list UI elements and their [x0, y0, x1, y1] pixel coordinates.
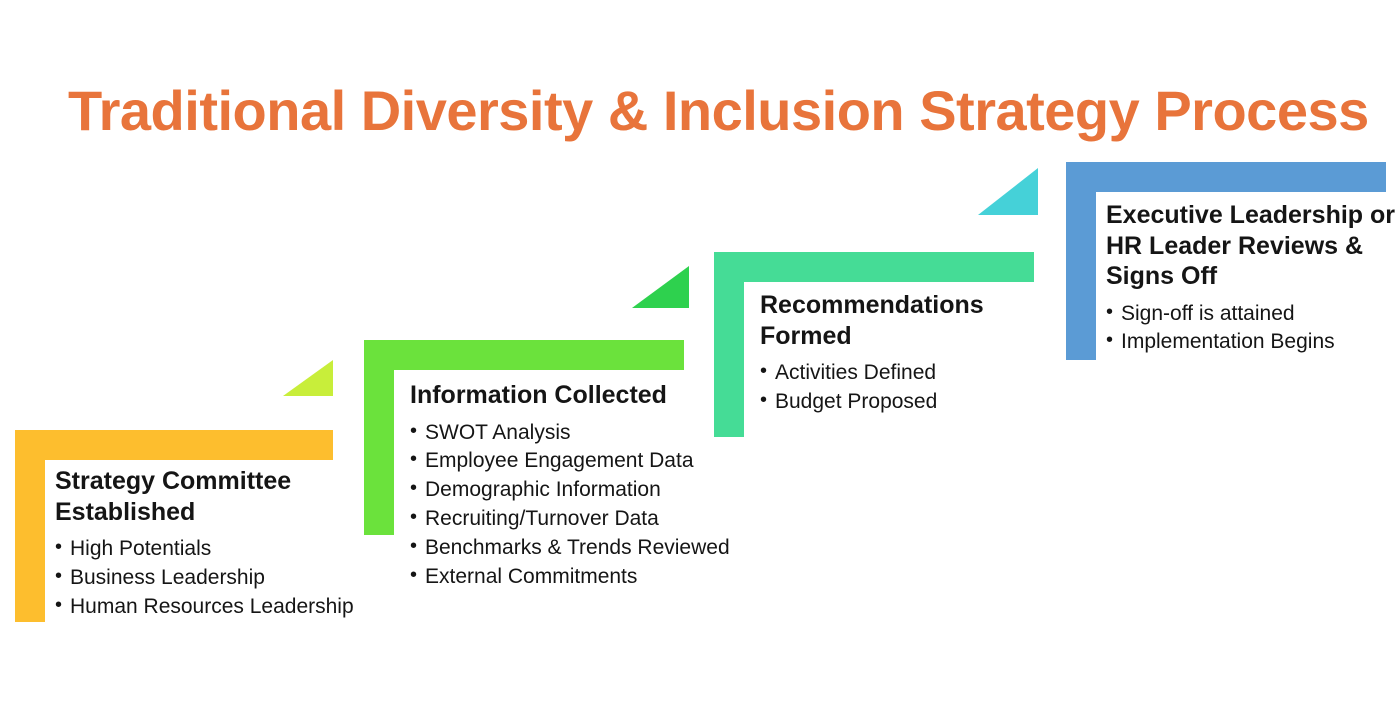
step-2-bracket-left-bar: [364, 340, 394, 535]
diagram-canvas: Traditional Diversity & Inclusion Strate…: [0, 0, 1400, 717]
step-2-bullet: Benchmarks & Trends Reviewed: [410, 533, 740, 563]
step-3-title: Recommendations Formed: [760, 291, 984, 350]
step-2-bracket-top-bar: [364, 340, 684, 370]
step-1-title: Strategy Committee Established: [55, 467, 292, 526]
step-3-bullet: Budget Proposed: [760, 387, 1060, 417]
step-2-title: Information Collected: [410, 381, 667, 409]
step-2-bullet: Employee Engagement Data: [410, 446, 740, 476]
step-2-bullet-list: SWOT AnalysisEmployee Engagement DataDem…: [410, 418, 740, 593]
connector-step2-to-step3-triangle-icon: [632, 266, 689, 308]
page-title: Traditional Diversity & Inclusion Strate…: [68, 78, 1369, 142]
step-4-bracket-top-bar: [1066, 162, 1386, 192]
step-2-bullet: Recruiting/Turnover Data: [410, 504, 740, 534]
step-3-bracket-left-bar: [714, 252, 744, 437]
step-4-bullet-list: Sign-off is attainedImplementation Begin…: [1106, 299, 1400, 358]
step-1-bullet-list: High PotentialsBusiness LeadershipHuman …: [55, 534, 355, 622]
step-2-bullet: SWOT Analysis: [410, 418, 740, 448]
step-1-bullet: Human Resources Leadership: [55, 592, 355, 622]
step-4-bracket-left-bar: [1066, 162, 1096, 360]
step-4-bullet: Sign-off is attained: [1106, 299, 1400, 329]
step-1-bullet: Business Leadership: [55, 563, 355, 593]
step-4-bullet: Implementation Begins: [1106, 327, 1400, 357]
step-1-bracket-left-bar: [15, 430, 45, 622]
step-1-bullet: High Potentials: [55, 534, 355, 564]
step-2-bullet: Demographic Information: [410, 475, 740, 505]
step-3-bullet-list: Activities DefinedBudget Proposed: [760, 358, 1060, 417]
step-4-title: Executive Leadership or HR Leader Review…: [1106, 201, 1396, 290]
step-3-bullet: Activities Defined: [760, 358, 1060, 388]
connector-step3-to-step4-triangle-icon: [978, 168, 1038, 215]
step-1-body: Strategy Committee Established High Pote…: [55, 466, 355, 622]
step-3-bracket-top-bar: [714, 252, 1034, 282]
step-2-body: Information Collected SWOT AnalysisEmplo…: [410, 380, 740, 592]
step-1-bracket-top-bar: [15, 430, 333, 460]
connector-step1-to-step2-triangle-icon: [283, 360, 333, 396]
step-2-bullet: External Commitments: [410, 562, 740, 592]
step-4-body: Executive Leadership or HR Leader Review…: [1106, 200, 1400, 357]
step-3-body: Recommendations Formed Activities Define…: [760, 290, 1060, 417]
